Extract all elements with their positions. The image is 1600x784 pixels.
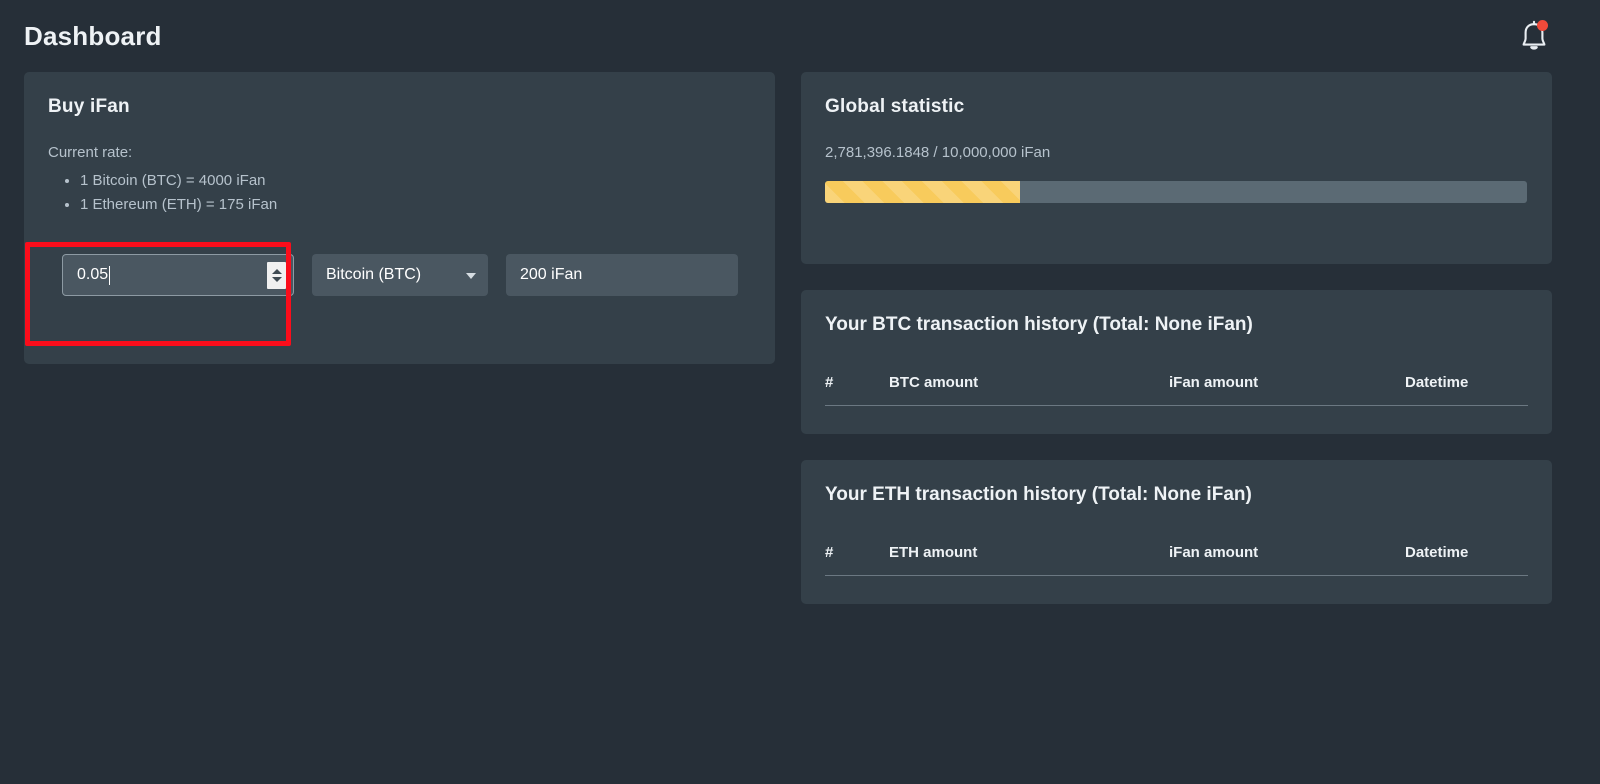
text-caret [109,266,110,285]
column-index: # [825,544,889,576]
amount-input[interactable]: 0.05 [62,254,294,296]
converted-amount-field: 200 iFan [506,254,738,296]
column-datetime: Datetime [1405,374,1528,406]
btc-history-card: Your BTC transaction history (Total: Non… [801,290,1552,434]
table-header-row: # BTC amount iFan amount Datetime [825,374,1528,406]
page-title: Dashboard [24,21,162,52]
column-ifan-amount: iFan amount [1169,544,1405,576]
converted-amount-value: 200 iFan [520,266,582,284]
buy-form-row: 0.05 Bitcoin (BTC) 200 iFan [62,254,738,296]
global-statistic-title: Global statistic [825,96,1528,118]
eth-history-card: Your ETH transaction history (Total: Non… [801,460,1552,604]
column-index: # [825,374,889,406]
current-rate-label: Current rate: [48,144,751,161]
rate-item-btc: 1 Bitcoin (BTC) = 4000 iFan [80,169,751,193]
column-ifan-amount: iFan amount [1169,374,1405,406]
buy-card-title: Buy iFan [48,96,751,118]
notification-bell-button[interactable] [1512,14,1556,58]
rate-list: 1 Bitcoin (BTC) = 4000 iFan 1 Ethereum (… [48,169,751,217]
global-supply-progress-fill [825,181,1020,203]
eth-history-title: Your ETH transaction history (Total: Non… [825,484,1528,506]
left-column: Buy iFan Current rate: 1 Bitcoin (BTC) =… [24,72,775,364]
stepper-down-icon[interactable] [272,277,282,282]
amount-input-value: 0.05 [77,266,108,284]
dashboard-columns: Buy iFan Current rate: 1 Bitcoin (BTC) =… [0,72,1600,630]
column-eth-amount: ETH amount [889,544,1169,576]
global-supply-progress-track [825,181,1527,203]
stepper-up-icon[interactable] [272,269,282,274]
page-header: Dashboard [0,0,1600,72]
amount-stepper[interactable] [267,262,286,289]
currency-select[interactable]: Bitcoin (BTC) [312,254,488,296]
chevron-down-icon [466,273,476,279]
global-statistic-amount: 2,781,396.1848 / 10,000,000 iFan [825,144,1528,161]
notification-unread-dot [1537,20,1548,31]
rate-item-eth: 1 Ethereum (ETH) = 175 iFan [80,193,751,217]
column-datetime: Datetime [1405,544,1528,576]
eth-history-table: # ETH amount iFan amount Datetime [825,544,1528,576]
column-btc-amount: BTC amount [889,374,1169,406]
btc-history-table: # BTC amount iFan amount Datetime [825,374,1528,406]
buy-ifan-card: Buy iFan Current rate: 1 Bitcoin (BTC) =… [24,72,775,364]
right-column: Global statistic 2,781,396.1848 / 10,000… [801,72,1552,630]
btc-history-title: Your BTC transaction history (Total: Non… [825,314,1528,336]
table-header-row: # ETH amount iFan amount Datetime [825,544,1528,576]
global-statistic-card: Global statistic 2,781,396.1848 / 10,000… [801,72,1552,264]
currency-select-value: Bitcoin (BTC) [326,266,421,284]
